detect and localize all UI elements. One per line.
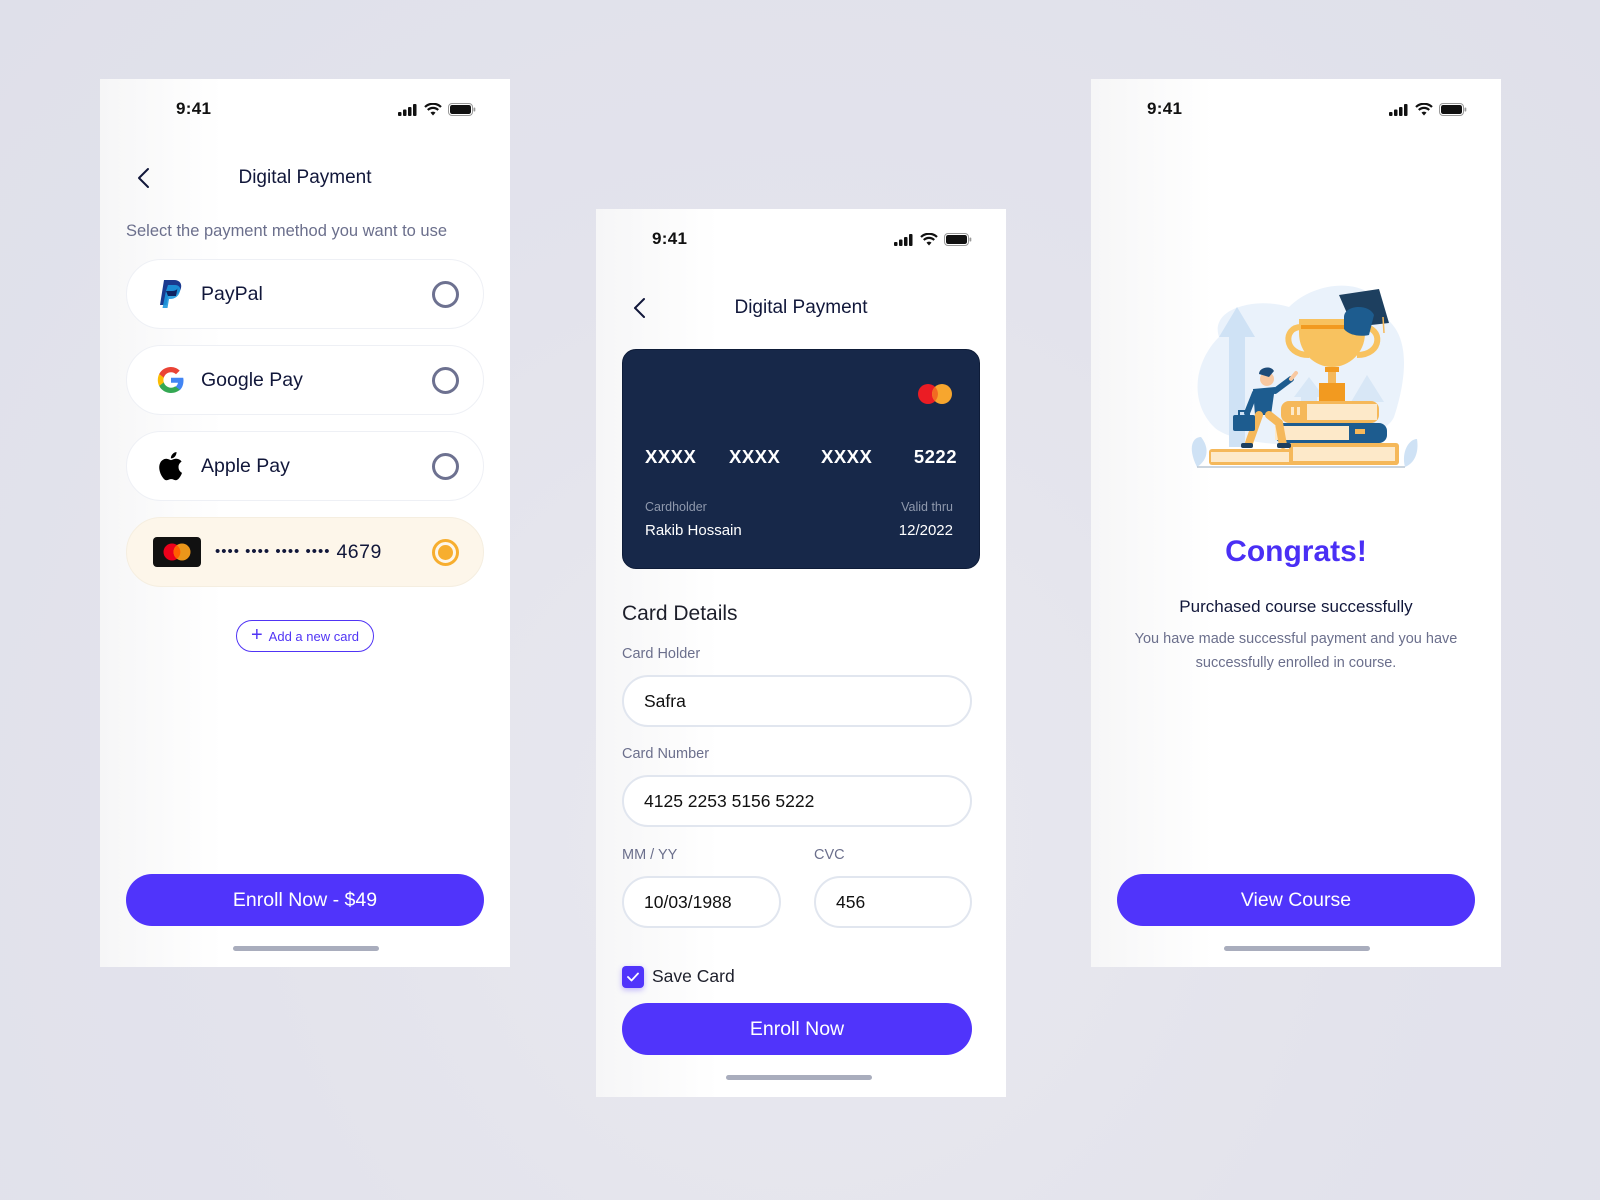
wifi-icon	[424, 103, 442, 116]
masked-card-digits: •••• •••• •••• ••••	[215, 542, 331, 560]
briefcase-icon	[1233, 415, 1255, 431]
payment-option-label: Google Pay	[201, 368, 303, 391]
add-new-card-button[interactable]: + Add a new card	[236, 620, 374, 652]
payment-method-screen: 9:41 Digital Payment Select the payment …	[100, 79, 510, 967]
valid-thru-value: 12/2022	[898, 522, 953, 539]
home-indicator	[726, 1075, 872, 1080]
radio-button[interactable]	[432, 366, 459, 394]
radio-button[interactable]	[432, 280, 459, 308]
home-indicator	[233, 946, 379, 951]
payment-option-label: Apple Pay	[201, 454, 290, 477]
success-title: Purchased course successfully	[1179, 597, 1413, 616]
enroll-now-button[interactable]: Enroll Now - $49	[126, 874, 484, 926]
status-time: 9:41	[176, 99, 212, 118]
wifi-icon	[920, 233, 938, 246]
payment-option-label: PayPal	[201, 282, 263, 305]
battery-icon	[944, 233, 972, 246]
apple-icon	[159, 452, 182, 481]
radio-button-selected[interactable]	[432, 538, 459, 566]
page-title: Digital Payment	[238, 167, 372, 188]
saved-card-option[interactable]: •••• •••• •••• •••• 4679	[126, 517, 484, 587]
checkmark-icon	[627, 972, 639, 982]
status-bar: 9:41	[100, 99, 510, 129]
payment-option-paypal[interactable]: PayPal	[126, 259, 484, 329]
mastercard-icon	[153, 537, 201, 567]
trophy-base	[1319, 383, 1345, 401]
card-number-group: XXXX	[821, 446, 873, 467]
expiry-label: MM / YY	[622, 847, 678, 863]
card-last-four: 4679	[336, 540, 382, 563]
view-course-button[interactable]: View Course	[1117, 874, 1475, 926]
valid-thru-label: Valid thru	[901, 500, 953, 514]
credit-card-preview: XXXX XXXX XXXX 5222 Cardholder Rakib Hos…	[622, 349, 980, 569]
plus-icon: +	[250, 624, 263, 646]
cellular-signal-icon	[398, 103, 417, 116]
card-number-group: 5222	[913, 446, 957, 467]
section-title: Card Details	[622, 602, 738, 625]
cellular-signal-icon	[894, 233, 913, 246]
enroll-now-button[interactable]: Enroll Now	[622, 1003, 972, 1055]
status-time: 9:41	[1147, 99, 1183, 118]
home-indicator	[1224, 946, 1370, 951]
paypal-icon	[160, 280, 182, 308]
card-number-group: XXXX	[729, 446, 781, 467]
card-details-screen: 9:41 Digital Payment XXXX XXXX XXXX 5222…	[596, 209, 1006, 1097]
card-number-label: Card Number	[622, 746, 710, 762]
cellular-signal-icon	[1389, 103, 1408, 116]
success-description: You have made successful payment and you…	[1134, 631, 1458, 671]
page-title: Digital Payment	[734, 297, 868, 318]
radio-button[interactable]	[432, 452, 459, 480]
battery-icon	[448, 103, 476, 116]
cardholder-label: Cardholder	[645, 500, 707, 514]
google-icon	[157, 367, 184, 393]
status-time: 9:41	[652, 229, 688, 248]
payment-option-google-pay[interactable]: Google Pay	[126, 345, 484, 415]
card-number-group: XXXX	[645, 446, 697, 467]
trophy-graduation-illustration	[1191, 285, 1418, 468]
payment-option-apple-pay[interactable]: Apple Pay	[126, 431, 484, 501]
save-card-checkbox[interactable]	[622, 966, 644, 988]
expiry-input[interactable]: 10/03/1988	[622, 876, 781, 928]
congrats-heading: Congrats!	[1225, 535, 1367, 568]
card-holder-input[interactable]: Safra	[622, 675, 972, 727]
nav-bar: Digital Payment	[100, 159, 510, 199]
add-new-card-label: Add a new card	[268, 628, 360, 644]
mastercard-icon	[918, 384, 952, 404]
cardholder-name: Rakib Hossain	[645, 522, 742, 539]
nav-bar: Digital Payment	[596, 289, 1006, 329]
wifi-icon	[1415, 103, 1433, 116]
status-bar: 9:41	[1091, 99, 1501, 129]
card-number-input[interactable]: 4125 2253 5156 5222	[622, 775, 972, 827]
cvc-label: CVC	[814, 847, 845, 863]
battery-icon	[1439, 103, 1467, 116]
instruction-text: Select the payment method you want to us…	[126, 222, 448, 240]
card-holder-label: Card Holder	[622, 646, 701, 662]
success-screen: 9:41 Congrats! Purchased course successf…	[1091, 79, 1501, 967]
save-card-label: Save Card	[652, 966, 735, 986]
status-bar: 9:41	[596, 229, 1006, 259]
cvc-input[interactable]: 456	[814, 876, 972, 928]
